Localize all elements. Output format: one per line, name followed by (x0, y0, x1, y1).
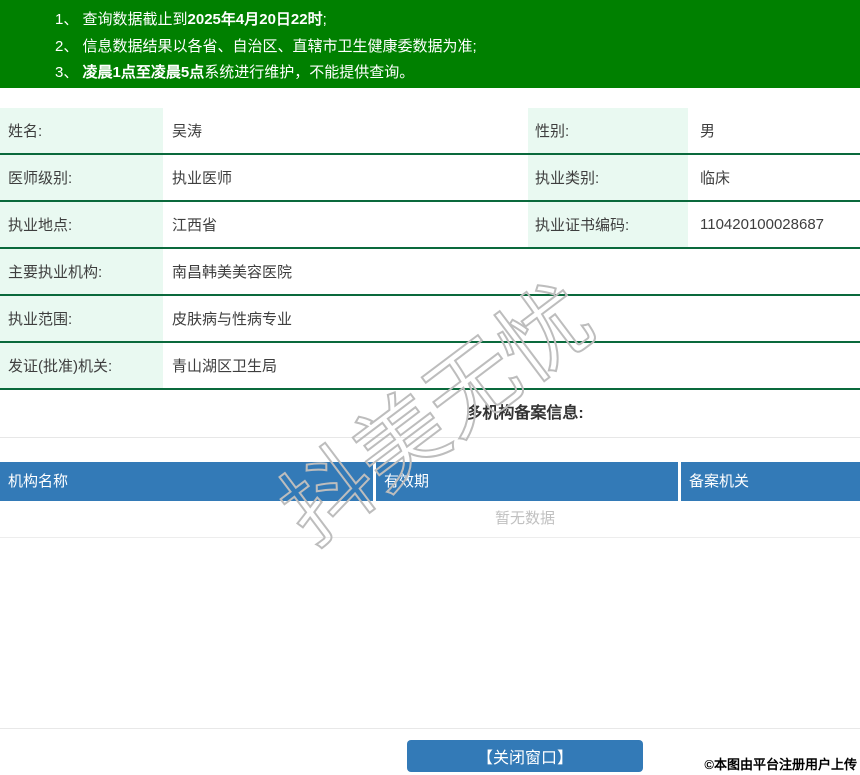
table-row-location-certificate: 执业地点: 江西省 执业证书编码: 110420100028687 (0, 202, 860, 249)
field-value-main-institution: 南昌韩美美容医院 (163, 249, 860, 294)
copyright-note: ©本图由平台注册用户上传 (704, 757, 857, 772)
filing-col-validity-period: 有效期 (376, 462, 678, 501)
notice-line-3-bold: 凌晨1点至凌晨5点 (82, 64, 205, 81)
multi-org-filing-title: 多机构备案信息: (466, 405, 584, 422)
filing-col-filing-authority: 备案机关 (681, 462, 860, 501)
notice-line-1-num: 1、 (55, 11, 83, 28)
notice-line-1-text: 查询数据截止到 (82, 11, 188, 28)
field-value-name: 吴涛 (163, 108, 528, 153)
multi-org-filing-title-row: 多机构备案信息: (0, 390, 860, 438)
field-label-gender: 性别: (528, 108, 688, 153)
notice-banner: 1、 查询数据截止到2025年4月20日22时; 2、 信息数据结果以各省、自治… (0, 0, 860, 88)
field-label-practice-category: 执业类别: (528, 155, 688, 200)
field-value-issuing-authority: 青山湖区卫生局 (163, 343, 860, 388)
notice-line-2: 2、 信息数据结果以各省、自治区、直辖市卫生健康委数据为准; (55, 34, 850, 61)
notice-line-1-bold: 2025年4月20日22时 (187, 11, 323, 28)
table-row-level-category: 医师级别: 执业医师 执业类别: 临床 (0, 155, 860, 202)
practitioner-info-table: 姓名: 吴涛 性别: 男 医师级别: 执业医师 执业类别: 临床 执业地点: 江… (0, 108, 860, 390)
field-value-practice-location: 江西省 (163, 202, 528, 247)
field-value-doctor-level: 执业医师 (163, 155, 528, 200)
field-value-practice-scope: 皮肤病与性病专业 (163, 296, 860, 341)
table-row-name-gender: 姓名: 吴涛 性别: 男 (0, 108, 860, 155)
notice-line-3-num: 3、 (55, 64, 83, 81)
filing-table-header: 机构名称 有效期 备案机关 (0, 462, 860, 501)
field-value-practice-category: 临床 (688, 155, 860, 200)
field-label-practice-location: 执业地点: (0, 202, 163, 247)
notice-line-1-end: ; (322, 11, 327, 28)
notice-line-2-num: 2、 (55, 37, 83, 55)
notice-line-3: 3、 凌晨1点至凌晨5点系统进行维护，不能提供查询。 (55, 60, 850, 87)
field-label-certificate-number: 执业证书编码: (528, 202, 688, 247)
filing-empty-text: 暂无数据 (0, 501, 860, 538)
filing-col-institution-name: 机构名称 (0, 462, 373, 501)
field-value-certificate-number: 110420100028687 (688, 202, 860, 247)
notice-line-1: 1、 查询数据截止到2025年4月20日22时; (55, 7, 850, 34)
field-label-practice-scope: 执业范围: (0, 296, 163, 341)
close-window-button[interactable]: 【关闭窗口】 (407, 740, 643, 772)
field-label-doctor-level: 医师级别: (0, 155, 163, 200)
table-row-issuing-authority: 发证(批准)机关: 青山湖区卫生局 (0, 343, 860, 390)
field-label-issuing-authority: 发证(批准)机关: (0, 343, 163, 388)
table-row-main-institution: 主要执业机构: 南昌韩美美容医院 (0, 249, 860, 296)
notice-line-2-text: 信息数据结果以各省、自治区、直辖市卫生健康委数据为准; (82, 37, 477, 55)
bottom-divider (0, 728, 860, 729)
field-label-name: 姓名: (0, 108, 163, 153)
table-row-practice-scope: 执业范围: 皮肤病与性病专业 (0, 296, 860, 343)
notice-line-3-text: 系统进行维护，不能提供查询。 (204, 64, 415, 81)
field-label-main-institution: 主要执业机构: (0, 249, 163, 294)
field-value-gender: 男 (688, 108, 860, 153)
